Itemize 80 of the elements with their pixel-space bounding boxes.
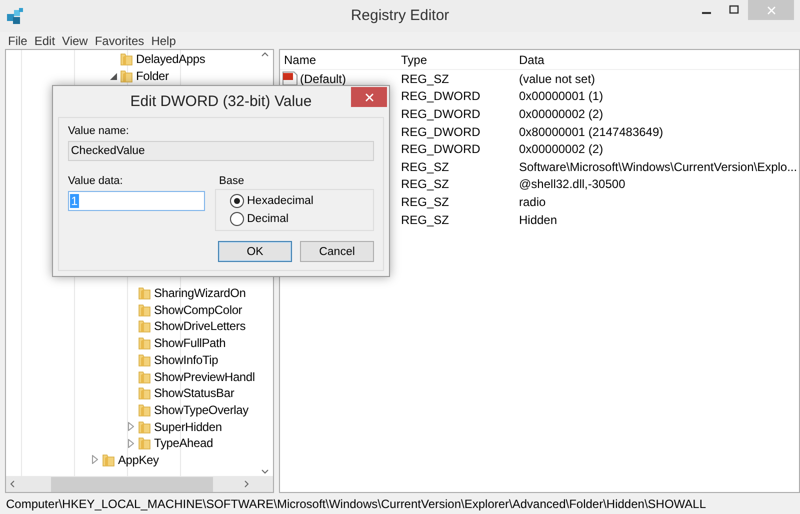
value-name[interactable]: (Default): [300, 72, 346, 86]
tree-item[interactable]: SharingWizardOn: [154, 286, 246, 300]
value-data: 0x00000002 (2): [518, 142, 604, 156]
menu-item[interactable]: Edit: [34, 34, 56, 48]
scroll-down-icon[interactable]: [261, 469, 269, 474]
close-icon: [364, 92, 374, 102]
tree-item[interactable]: TypeAhead: [154, 436, 213, 450]
value-data: 0x00000001 (1): [518, 89, 604, 104]
tree-item[interactable]: ShowPreviewHandl: [154, 370, 255, 384]
radio-label[interactable]: Hexadecimal: [247, 195, 314, 207]
folder-icon: [138, 386, 151, 400]
menu-item[interactable]: Help: [151, 34, 176, 48]
value-data: @shell32.dll,-30500: [518, 177, 626, 192]
folder-icon: [120, 52, 133, 66]
tree-item[interactable]: DelayedApps: [136, 52, 206, 66]
tree-item[interactable]: AppKey: [118, 452, 159, 467]
expanded-arrow-icon[interactable]: [110, 72, 116, 80]
column-header[interactable]: Type: [397, 52, 515, 66]
status-bar-path: Computer\HKEY_LOCAL_MACHINE\SOFTWARE\Microsoft\Windows\CurrentVersion\Explorer\Advanced\Folder\Hidden\SHOWALL: [5, 496, 708, 512]
value-type: REG_SZ: [400, 177, 450, 192]
folder-icon: [138, 302, 151, 317]
value-type: REG_SZ: [400, 212, 450, 227]
value-data: Hidden: [518, 212, 558, 227]
radio-button[interactable]: [230, 212, 244, 226]
folder-icon: [138, 436, 151, 450]
field-label: Value data:: [68, 174, 124, 189]
horizontal-scrollbar[interactable]: [6, 476, 273, 492]
dialog-button[interactable]: Cancel: [300, 241, 374, 262]
field-label: Value name:: [68, 124, 130, 139]
window-title: Registry Editor: [350, 7, 450, 24]
value-type: REG_DWORD: [400, 89, 482, 104]
column-header[interactable]: Name: [280, 52, 397, 66]
dialog-title: Edit DWORD (32-bit) Value: [130, 93, 312, 110]
value-name-field[interactable]: CheckedValue: [68, 141, 374, 161]
value-data: 0x80000001 (2147483649): [518, 124, 664, 139]
folder-icon: [138, 370, 151, 384]
tree-item[interactable]: ShowStatusBar: [154, 386, 234, 400]
value-type: REG_SZ: [400, 160, 450, 174]
value-data: Software\Microsoft\Windows\CurrentVersion\Explo...: [518, 160, 798, 174]
scroll-right-icon[interactable]: [244, 480, 249, 488]
scrollbar-thumb[interactable]: [51, 476, 213, 492]
menu-item[interactable]: File: [8, 34, 28, 48]
value-data: 0x00000002 (2): [518, 106, 604, 121]
radio-label[interactable]: Decimal: [247, 213, 289, 225]
folder-icon: [138, 319, 151, 334]
tree-item[interactable]: ShowDriveLetters: [154, 319, 246, 334]
value-data: (value not set): [518, 72, 596, 86]
folder-icon: [138, 420, 151, 434]
close-button[interactable]: [351, 87, 387, 107]
tree-item[interactable]: SuperHidden: [154, 420, 222, 434]
folder-icon: [138, 352, 151, 367]
folder-icon: [138, 402, 151, 417]
folder-icon: [102, 452, 115, 467]
close-icon: [766, 6, 776, 14]
scroll-up-icon[interactable]: [261, 52, 269, 57]
menu-item[interactable]: Favorites: [94, 34, 144, 48]
value-type: REG_DWORD: [400, 106, 482, 121]
radio-button[interactable]: [230, 194, 244, 208]
maximize-icon: [729, 5, 739, 15]
value-type: REG_SZ: [400, 194, 450, 209]
collapsed-arrow-icon[interactable]: [92, 455, 98, 464]
folder-icon: [120, 69, 133, 84]
minimize-icon: [702, 12, 710, 14]
menu-item[interactable]: View: [62, 34, 88, 48]
value-type: REG_DWORD: [400, 124, 482, 139]
group-label: Base: [219, 174, 246, 189]
registry-app-icon: [6, 7, 24, 25]
value-data: radio: [518, 194, 547, 209]
folder-icon: [138, 336, 151, 350]
tree-item[interactable]: ShowFullPath: [154, 336, 226, 350]
column-header[interactable]: Data: [515, 52, 799, 66]
value-type: REG_SZ: [400, 72, 450, 86]
tree-item[interactable]: Folder: [136, 69, 169, 84]
dialog-button[interactable]: OK: [218, 241, 292, 262]
folder-icon: [138, 286, 151, 300]
tree-item[interactable]: ShowTypeOverlay: [154, 402, 248, 417]
tree-item[interactable]: ShowCompColor: [154, 302, 242, 317]
value-type: REG_DWORD: [400, 142, 482, 156]
scroll-left-icon[interactable]: [10, 480, 15, 488]
tree-item[interactable]: ShowInfoTip: [154, 352, 218, 367]
